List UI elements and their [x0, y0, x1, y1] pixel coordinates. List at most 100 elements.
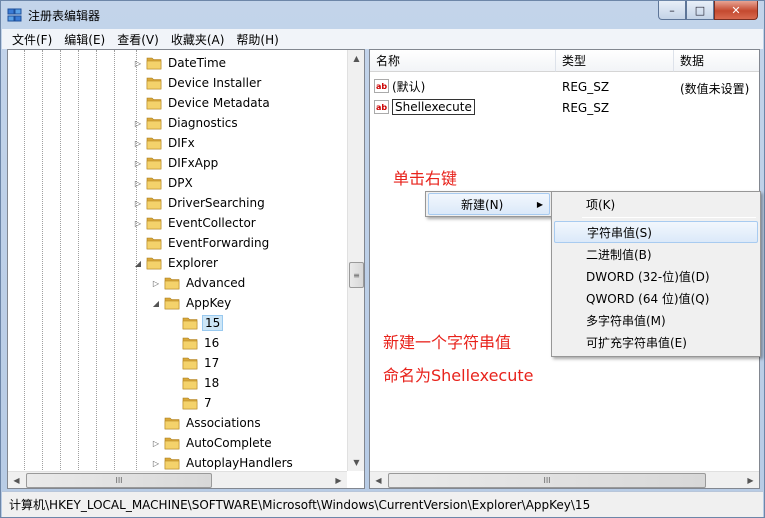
- menu-help[interactable]: 帮助(H): [230, 31, 284, 48]
- tree-node[interactable]: ▷ AutoplayHandlers: [150, 453, 295, 473]
- value-type: REG_SZ: [562, 80, 610, 94]
- scrollbar-thumb[interactable]: III: [388, 473, 706, 488]
- tree-node[interactable]: EventForwarding: [132, 233, 271, 253]
- folder-icon: [146, 157, 162, 170]
- context-menu: 新建(N) ▶: [425, 191, 553, 217]
- tree-node[interactable]: ▷ AutoComplete: [150, 433, 274, 453]
- scroll-left-arrow-icon[interactable]: ◀: [8, 472, 25, 488]
- maximize-button[interactable]: □: [686, 1, 714, 20]
- expand-arrow-icon[interactable]: ▷: [150, 437, 162, 449]
- submenu-item-dword-value[interactable]: DWORD (32-位)值(D): [554, 265, 758, 287]
- tree-node-label: Advanced: [186, 276, 246, 290]
- tree-node[interactable]: ◢ AppKey: [150, 293, 233, 313]
- submenu-item-expandable-string-value[interactable]: 可扩充字符串值(E): [554, 331, 758, 353]
- list-horizontal-scrollbar[interactable]: ◀ III ▶: [370, 471, 759, 488]
- regedit-app-icon: [7, 8, 22, 22]
- tree-vertical-scrollbar[interactable]: ▲ ≡ ▼: [347, 50, 364, 471]
- submenu-arrow-icon: ▶: [536, 199, 543, 209]
- tree-node-label: DIFxApp: [168, 156, 219, 170]
- expand-arrow-icon[interactable]: ▷: [132, 137, 144, 149]
- tree-guide: [96, 50, 97, 470]
- tree-node-label: EventCollector: [168, 216, 256, 230]
- tree-node[interactable]: 7: [168, 393, 214, 413]
- menu-file[interactable]: 文件(F): [6, 31, 58, 48]
- tree-node[interactable]: 18: [168, 373, 221, 393]
- expand-arrow-icon[interactable]: ▷: [132, 177, 144, 189]
- registry-tree[interactable]: ▷ DateTime Device Installer Device Metadata…: [7, 49, 365, 489]
- folder-icon: [146, 137, 162, 150]
- tree-node-label: Explorer: [168, 256, 218, 270]
- collapse-arrow-icon[interactable]: ◢: [150, 297, 162, 309]
- tree-node[interactable]: 15: [168, 313, 224, 333]
- tree-node[interactable]: ▷ Diagnostics: [132, 113, 240, 133]
- expand-arrow-icon[interactable]: ▷: [132, 57, 144, 69]
- column-header-name[interactable]: 名称: [370, 50, 556, 72]
- tree-node[interactable]: ▷ DPX: [132, 173, 195, 193]
- folder-icon: [164, 417, 180, 430]
- expand-arrow-icon[interactable]: ▷: [150, 277, 162, 289]
- column-header-data[interactable]: 数据: [674, 50, 759, 72]
- tree-node[interactable]: 16: [168, 333, 221, 353]
- tree-node[interactable]: Associations: [150, 413, 263, 433]
- value-row-default[interactable]: ab (默认): [374, 76, 425, 96]
- annotation-new-string: 新建一个字符串值: [383, 333, 512, 352]
- tree-node[interactable]: ▷ DIFxApp: [132, 153, 220, 173]
- tree-node-label: DPX: [168, 176, 193, 190]
- submenu-item-multi-string-value[interactable]: 多字符串值(M): [554, 309, 758, 331]
- scroll-left-arrow-icon[interactable]: ◀: [370, 472, 387, 488]
- tree-node[interactable]: ▷ DateTime: [132, 53, 228, 73]
- scroll-up-arrow-icon[interactable]: ▲: [348, 50, 364, 67]
- scroll-right-arrow-icon[interactable]: ▶: [742, 472, 759, 488]
- folder-icon: [164, 297, 180, 310]
- column-header-type[interactable]: 类型: [556, 50, 674, 72]
- tree-node[interactable]: ◢ Explorer: [132, 253, 220, 273]
- collapse-arrow-icon[interactable]: ◢: [132, 257, 144, 269]
- scrollbar-thumb[interactable]: ≡: [349, 262, 364, 288]
- folder-icon: [164, 437, 180, 450]
- scrollbar-thumb[interactable]: III: [26, 473, 212, 488]
- menu-view[interactable]: 查看(V): [111, 31, 165, 48]
- expand-arrow-icon[interactable]: ▷: [150, 457, 162, 469]
- tree-horizontal-scrollbar[interactable]: ◀ III ▶: [8, 471, 347, 488]
- folder-icon: [146, 257, 162, 270]
- value-name-edit-field[interactable]: Shellexecute: [392, 99, 475, 115]
- menu-edit[interactable]: 编辑(E): [58, 31, 111, 48]
- tree-node[interactable]: ▷ DIFx: [132, 133, 197, 153]
- expand-arrow-icon[interactable]: ▷: [132, 197, 144, 209]
- submenu-item-binary-value[interactable]: 二进制值(B): [554, 243, 758, 265]
- tree-node-label: DIFx: [168, 136, 195, 150]
- folder-icon: [146, 197, 162, 210]
- tree-node[interactable]: ▷ EventCollector: [132, 213, 258, 233]
- tree-node[interactable]: Device Installer: [132, 73, 263, 93]
- new-submenu: 项(K) 字符串值(S) 二进制值(B) DWORD (32-位)值(D) QWORD …: [551, 191, 761, 357]
- submenu-item-key[interactable]: 项(K): [554, 193, 758, 215]
- expand-arrow-icon[interactable]: ▷: [132, 117, 144, 129]
- scroll-down-arrow-icon[interactable]: ▼: [348, 454, 364, 471]
- context-menu-new[interactable]: 新建(N) ▶: [428, 193, 550, 215]
- tree-node[interactable]: ▷ DriverSearching: [132, 193, 267, 213]
- submenu-item-qword-value[interactable]: QWORD (64 位)值(Q): [554, 287, 758, 309]
- status-path: 计算机\HKEY_LOCAL_MACHINE\SOFTWARE\Microsof…: [9, 498, 591, 512]
- tree-node-label: DriverSearching: [168, 196, 265, 210]
- tree-node-label: Associations: [186, 416, 261, 430]
- expand-arrow-icon[interactable]: ▷: [132, 157, 144, 169]
- expand-arrow-icon[interactable]: ▷: [132, 217, 144, 229]
- tree-guide: [42, 50, 43, 470]
- annotation-right-click: 单击右键: [393, 169, 458, 188]
- title-bar[interactable]: 注册表编辑器 – □ ✕: [1, 1, 764, 29]
- minimize-button[interactable]: –: [658, 1, 686, 20]
- tree-node-label: EventForwarding: [168, 236, 270, 250]
- folder-icon: [146, 117, 162, 130]
- close-button[interactable]: ✕: [714, 1, 758, 20]
- scroll-right-arrow-icon[interactable]: ▶: [330, 472, 347, 488]
- tree-node[interactable]: Device Metadata: [132, 93, 272, 113]
- string-value-icon: ab: [374, 100, 389, 114]
- submenu-item-string-value[interactable]: 字符串值(S): [554, 221, 758, 243]
- regedit-window: 注册表编辑器 – □ ✕ 文件(F) 编辑(E) 查看(V) 收藏夹(A) 帮助…: [0, 0, 765, 518]
- tree-node[interactable]: 17: [168, 353, 221, 373]
- tree-node-label: Device Installer: [168, 76, 262, 90]
- value-row-shellexecute[interactable]: ab Shellexecute: [374, 97, 475, 117]
- menu-favorites[interactable]: 收藏夹(A): [165, 31, 231, 48]
- tree-node[interactable]: ▷ Advanced: [150, 273, 247, 293]
